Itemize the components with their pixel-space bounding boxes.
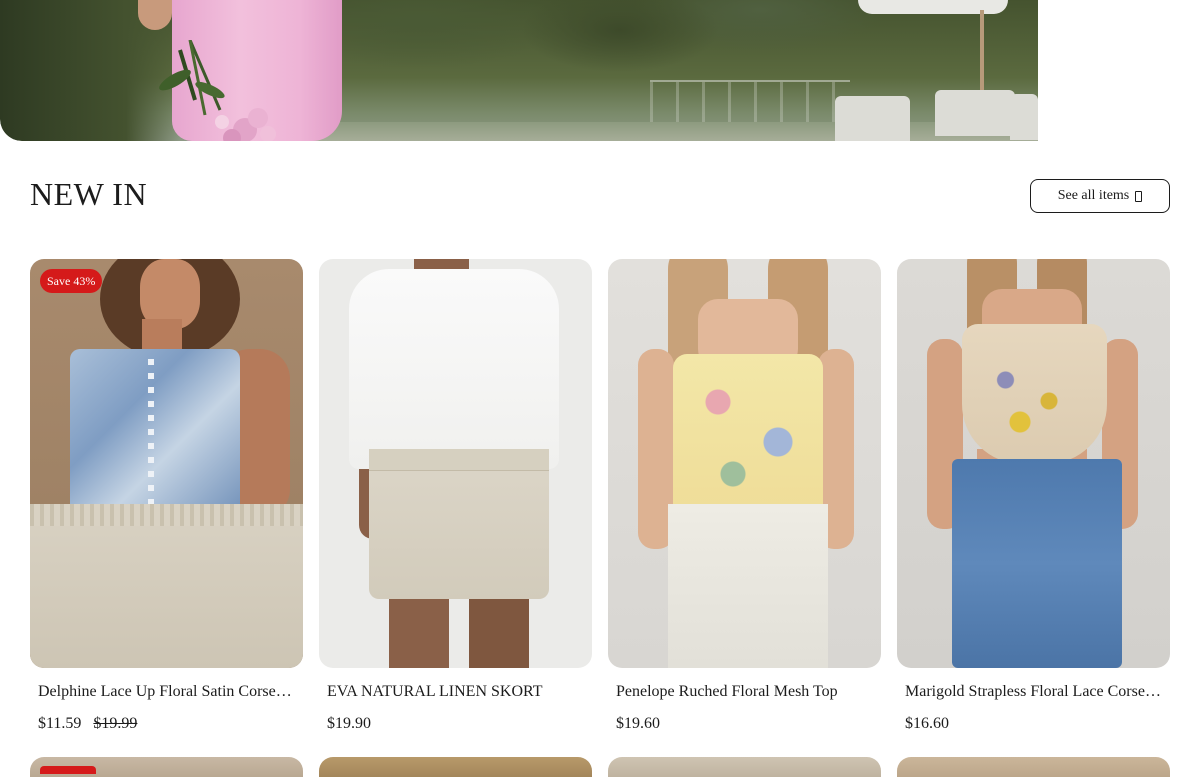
product-grid-row-2 [30, 757, 1170, 777]
price-row: $16.60 [905, 715, 1162, 733]
discount-badge: Save 43% [40, 269, 103, 293]
product-image[interactable] [608, 259, 881, 668]
product-title[interactable]: Marigold Strapless Floral Lace Corse… [905, 682, 1162, 702]
product-price: $19.90 [327, 715, 371, 732]
bouquet-image [159, 40, 276, 141]
product-image[interactable] [608, 757, 881, 777]
product-card[interactable]: Penelope Ruched Floral Mesh Top $19.60 [608, 259, 881, 733]
hero-photo [0, 0, 1038, 141]
product-title[interactable]: EVA NATURAL LINEN SKORT [327, 682, 584, 702]
product-card[interactable]: Marigold Strapless Floral Lace Corse… $1… [897, 259, 1170, 733]
product-card[interactable]: EVA NATURAL LINEN SKORT $19.90 [319, 259, 592, 733]
product-price: $19.60 [616, 715, 660, 732]
price-row: $11.59 $19.99 [38, 715, 295, 733]
section-title: NEW IN [30, 176, 148, 212]
product-image[interactable] [897, 757, 1170, 777]
sale-price: $11.59 [38, 715, 82, 732]
hero-banner[interactable] [0, 0, 1200, 141]
arrow-right-icon [1135, 190, 1143, 202]
compare-at-price: $19.99 [93, 715, 138, 732]
product-image[interactable] [319, 757, 592, 777]
discount-badge [40, 766, 96, 774]
product-title[interactable]: Delphine Lace Up Floral Satin Corse… [38, 682, 295, 702]
product-price: $16.60 [905, 715, 949, 732]
price-row: $19.90 [327, 715, 584, 733]
product-image[interactable] [319, 259, 592, 668]
product-title[interactable]: Penelope Ruched Floral Mesh Top [616, 682, 873, 702]
see-all-items-button[interactable]: See all items [1030, 179, 1170, 213]
price-row: $19.60 [616, 715, 873, 733]
product-image[interactable]: Save 43% [30, 259, 303, 668]
product-card[interactable]: Save 43% Delphine Lace Up Floral Satin C… [30, 259, 303, 733]
product-image[interactable] [897, 259, 1170, 668]
product-image[interactable] [30, 757, 303, 777]
see-all-label: See all items [1057, 188, 1130, 203]
product-grid: Save 43% Delphine Lace Up Floral Satin C… [30, 259, 1170, 733]
